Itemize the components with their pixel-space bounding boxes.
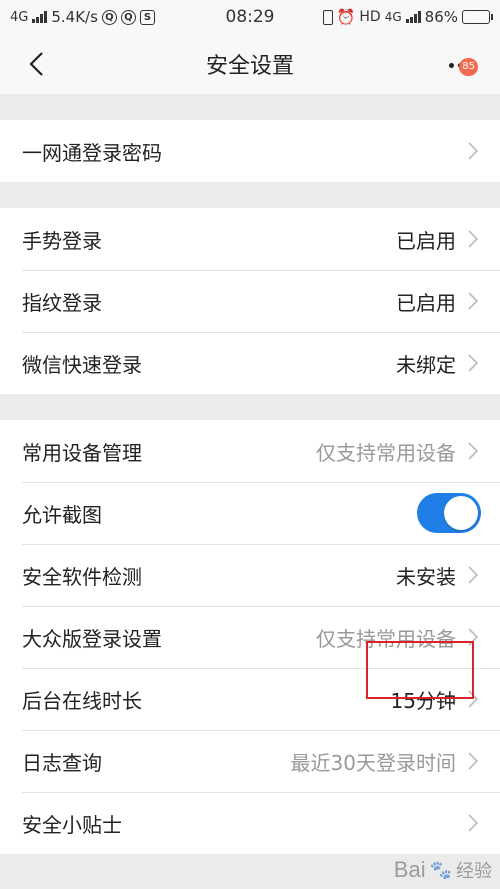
alarm-icon: ⏰: [336, 8, 356, 26]
signal-icon-right: [405, 11, 421, 23]
chevron-right-icon: [468, 628, 478, 646]
row-wechat-login[interactable]: 微信快速登录 未绑定: [0, 332, 500, 394]
row-login-password[interactable]: 一网通登录密码: [0, 120, 500, 182]
network-speed: 5.4K/s: [51, 8, 98, 26]
row-label: 一网通登录密码: [22, 140, 162, 165]
row-right: [468, 814, 478, 832]
section-gap: [0, 94, 500, 120]
row-allow-screenshot: 允许截图: [0, 482, 500, 544]
row-label: 大众版登录设置: [22, 626, 162, 651]
settings-group-login-methods: 手势登录 已启用 指纹登录 已启用 微信快速登录 未绑定: [0, 208, 500, 394]
section-gap: [0, 394, 500, 420]
signal-icon: [32, 11, 48, 23]
chevron-right-icon: [468, 142, 478, 160]
row-value: 未绑定: [396, 352, 456, 377]
row-device-management[interactable]: 常用设备管理 仅支持常用设备: [0, 420, 500, 482]
row-value: 最近30天登录时间: [290, 750, 456, 775]
row-label: 安全小贴士: [22, 812, 122, 837]
status-right: ⏰ HD 4G 86%: [322, 8, 493, 26]
watermark-text-2: 经验: [456, 861, 492, 881]
status-left: 4G 5.4K/s Q Q S: [10, 8, 155, 26]
row-right: 未绑定: [396, 349, 478, 378]
row-label: 后台在线时长: [22, 688, 142, 713]
row-gesture-login[interactable]: 手势登录 已启用: [0, 208, 500, 270]
back-icon[interactable]: [22, 48, 54, 80]
network-type-right: 4G: [384, 10, 402, 24]
page-title: 安全设置: [205, 54, 294, 79]
battery-percent: 86%: [424, 8, 458, 26]
paw-icon: 🐾: [429, 859, 452, 880]
battery-icon: [462, 10, 493, 24]
row-right: 仅支持常用设备: [316, 623, 478, 652]
row-right: 最近30天登录时间: [291, 747, 478, 776]
chevron-right-icon: [468, 442, 478, 460]
row-value: 仅支持常用设备: [316, 626, 456, 651]
row-value: 已启用: [396, 290, 456, 315]
network-type: 4G: [10, 9, 29, 25]
row-value: 15分钟: [390, 688, 456, 713]
row-label: 微信快速登录: [22, 352, 142, 377]
row-label: 日志查询: [22, 750, 102, 775]
notification-badge: 85: [459, 58, 478, 76]
row-background-online-duration[interactable]: 后台在线时长 15分钟: [0, 668, 500, 730]
section-gap: [0, 182, 500, 208]
chevron-right-icon: [468, 292, 478, 310]
row-security-tips[interactable]: 安全小贴士: [0, 792, 500, 854]
row-label: 安全软件检测: [22, 564, 142, 589]
row-value: 未安装: [396, 564, 456, 589]
row-right: 已启用: [396, 225, 478, 254]
nav-bar: 安全设置 85: [0, 34, 500, 94]
app-notification-icon: Q: [120, 9, 136, 25]
chevron-right-icon: [468, 752, 478, 770]
watermark-logo: Bai 🐾 经验: [394, 857, 492, 883]
chevron-right-icon: [468, 814, 478, 832]
row-label: 指纹登录: [22, 290, 102, 315]
row-value: 已启用: [396, 228, 456, 253]
row-label: 允许截图: [22, 502, 102, 527]
vibrate-icon: [322, 9, 333, 25]
row-right: 已启用: [396, 287, 478, 316]
chevron-right-icon: [468, 354, 478, 372]
row-right: 未安装: [396, 561, 478, 590]
chevron-right-icon: [468, 230, 478, 248]
row-label: 手势登录: [22, 228, 102, 253]
row-security-software[interactable]: 安全软件检测 未安装: [0, 544, 500, 606]
row-label: 常用设备管理: [22, 440, 142, 465]
toggle-knob: [444, 496, 478, 530]
chevron-right-icon: [468, 566, 478, 584]
more-dot-icon: [448, 62, 454, 68]
settings-group-device: 常用设备管理 仅支持常用设备 允许截图 安全软件检测 未安装 大众版登录设置 仅…: [0, 420, 500, 854]
sim-icon: S: [139, 9, 155, 25]
screenshot-toggle[interactable]: [417, 493, 481, 533]
row-public-login-settings[interactable]: 大众版登录设置 仅支持常用设备: [0, 606, 500, 668]
row-log-query[interactable]: 日志查询 最近30天登录时间: [0, 730, 500, 792]
row-value: 仅支持常用设备: [316, 440, 456, 465]
chevron-right-icon: [468, 690, 478, 708]
row-right: 15分钟: [391, 685, 478, 714]
hd-label: HD: [359, 9, 381, 25]
row-fingerprint-login[interactable]: 指纹登录 已启用: [0, 270, 500, 332]
row-right: [468, 142, 478, 160]
settings-group-password: 一网通登录密码: [0, 120, 500, 182]
status-bar: 4G 5.4K/s Q Q S 08:29 ⏰ HD 4G 86%: [0, 0, 500, 34]
app-notification-icon: Q: [101, 9, 117, 25]
watermark-text: Bai: [393, 857, 426, 882]
row-right: 仅支持常用设备: [316, 437, 478, 466]
